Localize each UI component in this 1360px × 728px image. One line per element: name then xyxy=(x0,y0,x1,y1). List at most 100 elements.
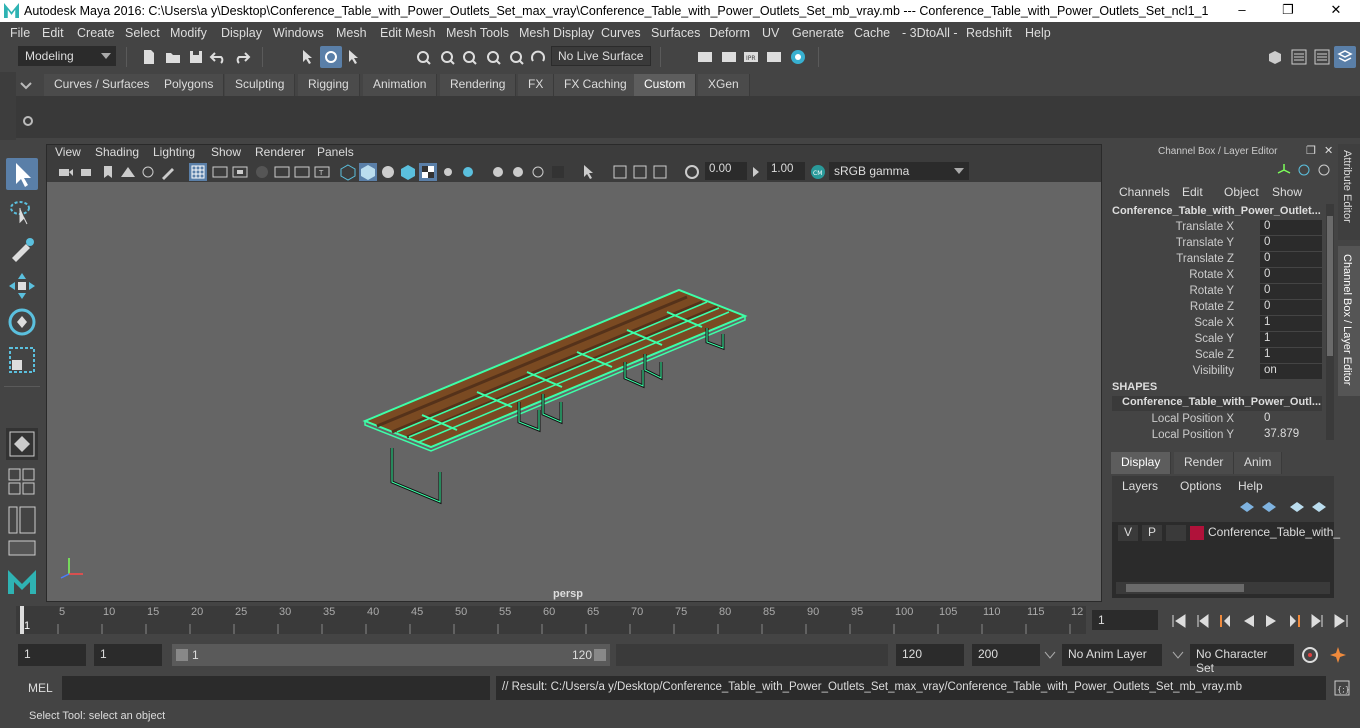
wireframe-on-shaded-icon[interactable] xyxy=(399,163,417,181)
move-tool-button[interactable] xyxy=(6,270,38,302)
layer-hscrollbar[interactable] xyxy=(1116,582,1330,594)
graph-editor-layout-icon[interactable] xyxy=(8,540,36,556)
vp-menu-lighting[interactable]: Lighting xyxy=(153,145,195,159)
layer-menu-layers[interactable]: Layers xyxy=(1122,479,1158,493)
layer-menu-options[interactable]: Options xyxy=(1180,479,1221,493)
snap-to-surface-icon[interactable] xyxy=(507,48,525,66)
animation-preferences-icon[interactable] xyxy=(1328,645,1348,665)
command-input[interactable] xyxy=(62,676,490,700)
wireframe-icon[interactable] xyxy=(339,163,357,181)
menu-modify[interactable]: Modify xyxy=(170,26,207,40)
mode-dropdown[interactable]: Modeling xyxy=(18,46,116,66)
cb-menu-edit[interactable]: Edit xyxy=(1182,185,1203,199)
layer-reference-toggle[interactable] xyxy=(1166,525,1186,541)
textured-button[interactable] xyxy=(419,163,437,181)
chevron-down-icon[interactable] xyxy=(1044,650,1056,660)
range-end-handle[interactable] xyxy=(594,649,606,661)
object-name[interactable]: Conference_Table_with_Power_Outlet... xyxy=(1112,205,1321,217)
auto-key-icon[interactable] xyxy=(1300,645,1320,665)
float-panel-icon[interactable]: ❐ xyxy=(1306,144,1316,157)
safe-title-icon[interactable]: T xyxy=(313,163,331,181)
snap-to-curve-icon[interactable] xyxy=(438,48,456,66)
maximize-button[interactable]: ❐ xyxy=(1268,2,1308,20)
camera-attributes-icon[interactable] xyxy=(79,163,97,181)
mel-label[interactable]: MEL xyxy=(28,681,53,695)
film-gate-icon[interactable] xyxy=(211,163,229,181)
range-slider[interactable]: 1 120 xyxy=(172,644,610,666)
menu-help[interactable]: Help xyxy=(1025,26,1051,40)
menu-select[interactable]: Select xyxy=(125,26,160,40)
grease-pencil-icon[interactable] xyxy=(159,163,177,181)
scrollbar-thumb[interactable] xyxy=(1126,584,1244,592)
channel-value[interactable]: 0 xyxy=(1260,236,1322,251)
redo-icon[interactable] xyxy=(233,48,251,66)
depth-of-field-icon[interactable] xyxy=(549,163,567,181)
rotate-tool-button[interactable] xyxy=(6,306,38,338)
layer-playback-toggle[interactable]: P xyxy=(1142,525,1162,541)
tab-xgen[interactable]: XGen xyxy=(698,74,750,96)
four-view-layout-icon[interactable] xyxy=(8,468,36,496)
manipulator-icon[interactable] xyxy=(1296,162,1312,178)
layer-color-swatch[interactable] xyxy=(1190,526,1204,540)
channel-scale-y[interactable]: Scale Y 1 xyxy=(1108,332,1324,348)
menu-curves[interactable]: Curves xyxy=(601,26,641,40)
minimize-button[interactable]: – xyxy=(1222,2,1262,20)
camera-select-icon[interactable] xyxy=(57,163,75,181)
menu-edit-mesh[interactable]: Edit Mesh xyxy=(380,26,436,40)
channel-visibility[interactable]: Visibility on xyxy=(1108,364,1324,380)
exposure-field[interactable]: 0.00 xyxy=(705,162,747,180)
channel-local-position-y[interactable]: Local Position Y 37.879 xyxy=(1108,428,1324,444)
playback-start-field[interactable]: 1 xyxy=(94,644,162,666)
go-to-end-icon[interactable] xyxy=(1332,612,1350,630)
tab-rigging[interactable]: Rigging xyxy=(298,74,360,96)
cb-menu-show[interactable]: Show xyxy=(1272,185,1302,199)
channel-scale-x[interactable]: Scale X 1 xyxy=(1108,316,1324,332)
select-by-component-icon[interactable] xyxy=(346,48,364,66)
safe-action-icon[interactable] xyxy=(293,163,311,181)
hypershade-icon[interactable] xyxy=(789,48,807,66)
layer-tab-display[interactable]: Display xyxy=(1111,452,1172,474)
snap-to-view-plane-icon[interactable] xyxy=(484,48,502,66)
channel-translate-x[interactable]: Translate X 0 xyxy=(1108,220,1324,236)
channel-local-position-x[interactable]: Local Position X 0 xyxy=(1108,412,1324,428)
image-plane-icon[interactable] xyxy=(119,163,137,181)
close-button[interactable]: ✕ xyxy=(1316,2,1356,20)
menu-generate[interactable]: Generate xyxy=(792,26,844,40)
time-slider[interactable]: 1 5 10 15 20 25 30 35 40 45 50 55 60 65 … xyxy=(16,606,1086,634)
layer-tab-anim[interactable]: Anim xyxy=(1234,452,1283,474)
layer-menu-help[interactable]: Help xyxy=(1238,479,1263,493)
default-material-icon[interactable] xyxy=(379,163,397,181)
menu-mesh-display[interactable]: Mesh Display xyxy=(519,26,594,40)
channel-value[interactable]: 0 xyxy=(1260,268,1322,283)
make-live-icon[interactable] xyxy=(529,48,547,66)
bookmark-icon[interactable] xyxy=(99,163,117,181)
isolate-select-icon[interactable] xyxy=(581,163,599,181)
vp-menu-renderer[interactable]: Renderer xyxy=(255,145,305,159)
step-forward-key-icon[interactable] xyxy=(1286,612,1304,630)
snap-to-grid-icon[interactable] xyxy=(414,48,432,66)
tab-custom[interactable]: Custom xyxy=(634,74,697,96)
color-space-dropdown[interactable]: sRGB gamma xyxy=(829,162,969,180)
layer-visibility-toggle[interactable]: V xyxy=(1118,525,1138,541)
menu-surfaces[interactable]: Surfaces xyxy=(651,26,700,40)
render-view-icon[interactable] xyxy=(696,48,714,66)
channel-rotate-x[interactable]: Rotate X 0 xyxy=(1108,268,1324,284)
tab-channel-box-layer-editor[interactable]: Channel Box / Layer Editor xyxy=(1338,246,1360,396)
axis-display-icon[interactable] xyxy=(1276,162,1292,178)
current-frame-field[interactable]: 1 xyxy=(1092,610,1158,630)
outliner-persp-layout-icon[interactable] xyxy=(8,506,36,534)
vp-menu-show[interactable]: Show xyxy=(211,145,241,159)
use-all-lights-icon[interactable] xyxy=(439,163,457,181)
render-settings-icon[interactable] xyxy=(765,48,783,66)
channel-translate-y[interactable]: Translate Y 0 xyxy=(1108,236,1324,252)
exposure-icon[interactable] xyxy=(683,163,701,181)
channel-value[interactable]: 1 xyxy=(1260,348,1322,363)
menu-mesh-tools[interactable]: Mesh Tools xyxy=(446,26,509,40)
tab-curves-surfaces[interactable]: Curves / Surfaces xyxy=(44,74,161,96)
shape-name-row[interactable]: Conference_Table_with_Power_Outl... xyxy=(1112,396,1322,411)
attribute-editor-toggle-icon[interactable] xyxy=(1290,48,1308,66)
conference-table-model[interactable] xyxy=(47,182,1101,601)
lasso-tool-button[interactable] xyxy=(6,196,38,228)
tab-rendering[interactable]: Rendering xyxy=(440,74,517,96)
vp-menu-view[interactable]: View xyxy=(55,145,81,159)
